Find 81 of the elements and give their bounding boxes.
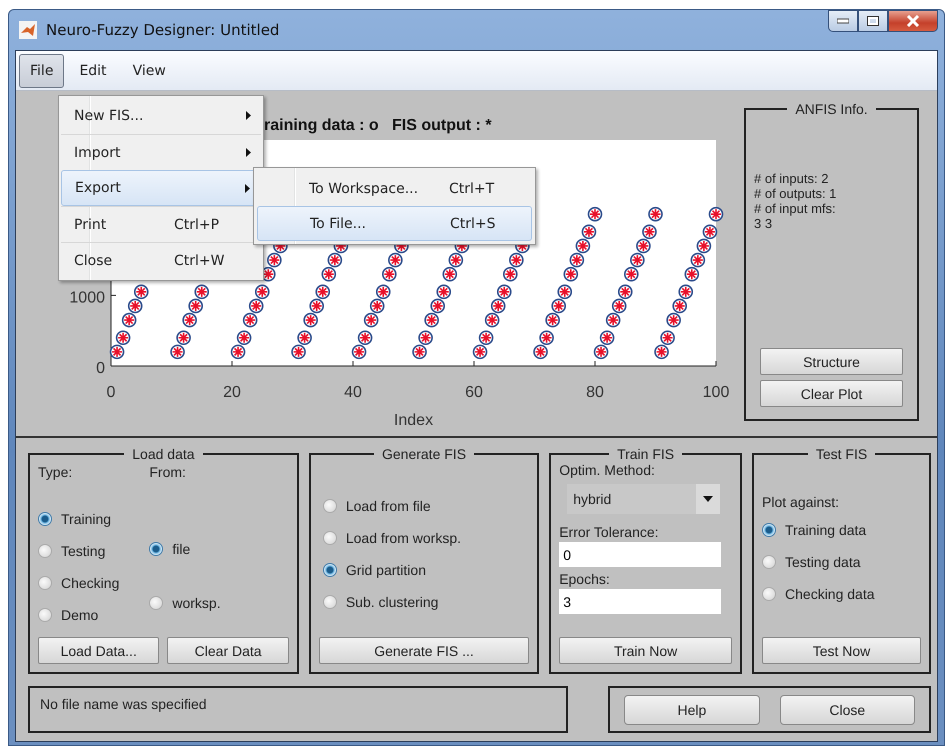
radio-label: Checking data	[785, 586, 875, 602]
radio-label: file	[172, 540, 190, 556]
axis-tick-label: 80	[586, 384, 604, 401]
push-button[interactable]: Clear Plot	[760, 380, 903, 407]
panel-title: Load data	[131, 446, 196, 462]
radio-label: Testing	[61, 542, 106, 558]
radio-label: Testing data	[785, 554, 861, 570]
minimize-icon	[837, 18, 849, 24]
push-button[interactable]: Structure	[760, 348, 903, 375]
info-text: 3 3	[754, 216, 774, 231]
menu-item[interactable]: View	[122, 54, 177, 88]
axis-tick-label: 40	[344, 384, 362, 401]
field-label: Optim. Method:	[559, 462, 656, 478]
panel-title: ANFIS Info.	[794, 101, 869, 117]
radio-label: Checking	[61, 574, 120, 590]
axis-tick-label: 20	[223, 384, 241, 401]
info-text: # of input mfs:	[754, 201, 837, 216]
radio-label: Training	[61, 510, 112, 526]
dropdown[interactable]: hybrid	[567, 484, 720, 514]
radio-button[interactable]	[322, 562, 337, 576]
radio-button[interactable]	[322, 594, 337, 608]
radio-label: Load from file	[346, 498, 431, 514]
radio-button[interactable]	[38, 576, 52, 590]
caret-icon	[703, 496, 714, 502]
axis-tick-label: 100	[702, 384, 730, 401]
minimize-button[interactable]	[828, 10, 858, 32]
panel-title: Train FIS	[616, 446, 676, 462]
field-label: Type:	[38, 464, 74, 480]
maximize-button[interactable]	[858, 10, 888, 32]
radio-button[interactable]	[38, 544, 52, 558]
axis-tick-label: 60	[465, 384, 483, 401]
radio-label: Grid partition	[346, 562, 426, 578]
radio-button[interactable]	[322, 498, 337, 512]
panel-title: Test FIS	[814, 446, 868, 462]
close-button[interactable]	[888, 10, 938, 32]
radio-button[interactable]	[38, 608, 52, 622]
radio-button[interactable]	[149, 542, 164, 556]
field-label: Plot against:	[762, 494, 840, 510]
menu-item[interactable]: File	[19, 54, 64, 88]
push-button[interactable]: Generate FIS ...	[318, 637, 530, 664]
radio-button[interactable]	[322, 530, 337, 544]
chart-title: raining data : o FIS output : *	[264, 117, 492, 134]
field-label: Epochs:	[559, 571, 611, 587]
axis-tick-label: 0	[96, 360, 105, 377]
radio-label: Sub. clustering	[346, 594, 438, 610]
panel-title: Generate FIS	[380, 446, 468, 462]
radio-button[interactable]	[149, 596, 164, 610]
status-text: No file name was specified	[40, 696, 207, 712]
window-title: Neuro-Fuzzy Designer: Untitled	[46, 21, 280, 39]
submenu-arrow-icon	[245, 184, 250, 193]
push-button[interactable]: Close	[780, 694, 915, 724]
input-field[interactable]: 3	[559, 589, 722, 614]
radio-button[interactable]	[762, 522, 776, 536]
field-label: Error Tolerance:	[559, 524, 660, 540]
radio-label: Load from worksp.	[346, 530, 462, 546]
radio-label: worksp.	[172, 594, 221, 610]
push-button[interactable]: Train Now	[559, 637, 732, 664]
axis-label: Index	[394, 412, 434, 429]
push-button[interactable]: Load Data...	[38, 637, 160, 664]
radio-label: Training data	[785, 522, 866, 538]
push-button[interactable]: Clear Data	[167, 637, 289, 664]
push-button[interactable]: Help	[624, 694, 760, 724]
menu-item[interactable]: To File... Ctrl+S	[257, 206, 532, 241]
menu-item[interactable]: New FIS...	[61, 98, 261, 134]
info-text: # of outputs: 1	[754, 186, 838, 201]
push-button[interactable]: Test Now	[762, 637, 922, 664]
submenu-arrow-icon	[246, 148, 251, 157]
axis-tick-label: 1000	[69, 289, 105, 306]
close-icon	[906, 15, 920, 27]
maximize-icon	[867, 16, 879, 26]
info-text: # of inputs: 2	[754, 171, 830, 186]
submenu-arrow-icon	[246, 111, 251, 120]
radio-button[interactable]	[762, 586, 776, 600]
radio-button[interactable]	[38, 512, 52, 526]
radio-button[interactable]	[762, 554, 776, 568]
input-field[interactable]: 0	[559, 542, 722, 567]
menu-item[interactable]: Edit	[68, 54, 118, 88]
app-icon	[19, 21, 37, 39]
axis-tick-label: 0	[106, 384, 116, 401]
field-label: From:	[149, 464, 187, 480]
radio-label: Demo	[61, 606, 98, 622]
